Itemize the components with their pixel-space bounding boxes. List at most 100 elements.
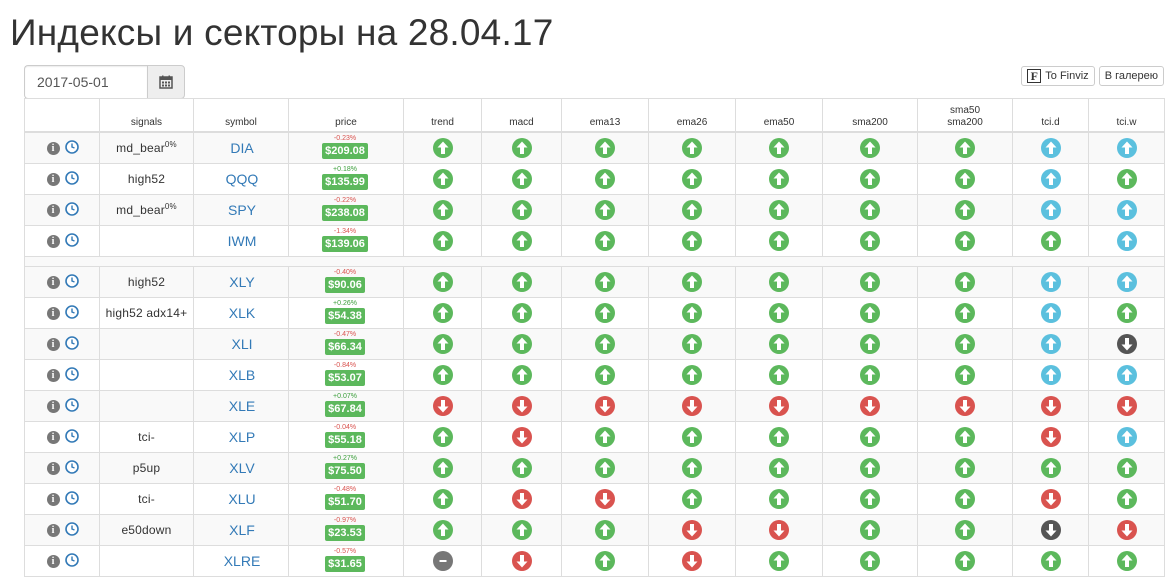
table-row: i high52 adx14+ XLK +0.26% $54.38 <box>24 297 1165 329</box>
clock-icon[interactable] <box>64 273 79 291</box>
arrow-up-circle-icon <box>769 334 789 354</box>
arrow-up-circle-icon <box>860 272 880 292</box>
info-icon[interactable]: i <box>46 368 60 382</box>
header-sma50-sma200[interactable]: sma50 sma200 <box>917 98 1013 133</box>
clock-icon[interactable] <box>64 521 79 539</box>
symbol-link[interactable]: XLE <box>229 398 255 414</box>
top-actions: F To Finviz В галерею <box>1021 66 1164 86</box>
header-trend[interactable]: trend <box>403 98 482 133</box>
arrow-up-circle-icon <box>860 200 880 220</box>
header-sma200[interactable]: sma200 <box>822 98 918 133</box>
indicator-cell-trend <box>403 483 482 515</box>
symbol-link[interactable]: XLF <box>229 522 255 538</box>
indicator-cell-tci-w <box>1088 297 1165 329</box>
price-cell: +0.27% $75.50 <box>288 452 404 484</box>
header-tci-w[interactable]: tci.w <box>1088 98 1165 133</box>
signals-cell: high52 <box>99 266 194 298</box>
row-actions: i <box>24 297 100 329</box>
header-price[interactable]: price <box>288 98 404 133</box>
symbol-link[interactable]: SPY <box>228 202 256 218</box>
clock-icon[interactable] <box>64 232 79 250</box>
header-tci-d[interactable]: tci.d <box>1012 98 1089 133</box>
header-signals[interactable]: signals <box>99 98 194 133</box>
symbol-cell: XLY <box>193 266 289 298</box>
indicator-cell-tci-w <box>1088 359 1165 391</box>
info-icon[interactable]: i <box>46 141 60 155</box>
indicator-cell-tci-d <box>1012 131 1089 164</box>
symbol-link[interactable]: IWM <box>228 233 257 249</box>
info-icon[interactable]: i <box>46 275 60 289</box>
header-sma50-sma200-line1: sma50 <box>949 105 980 116</box>
clock-icon[interactable] <box>64 201 79 219</box>
symbol-link[interactable]: XLB <box>229 367 255 383</box>
clock-icon[interactable] <box>64 335 79 353</box>
info-icon[interactable]: i <box>46 306 60 320</box>
indicator-cell-ema13 <box>561 483 649 515</box>
symbol-link[interactable]: XLU <box>228 491 255 507</box>
price-change: -0.23% <box>333 135 357 142</box>
arrow-down-circle-icon <box>1040 520 1061 540</box>
arrow-up-circle-icon <box>682 365 702 385</box>
arrow-up-circle-icon <box>769 427 789 447</box>
clock-icon[interactable] <box>64 552 79 570</box>
to-finviz-button[interactable]: F To Finviz <box>1021 66 1095 86</box>
info-icon[interactable]: i <box>46 399 60 413</box>
signal-text: md_bear <box>116 141 165 155</box>
symbol-link[interactable]: XLRE <box>224 553 261 569</box>
price-change: +0.18% <box>333 166 357 173</box>
clock-icon[interactable] <box>64 139 79 157</box>
arrow-up-circle-icon <box>955 520 975 540</box>
indicator-cell-macd <box>481 452 562 484</box>
info-icon[interactable]: i <box>46 461 60 475</box>
indicator-cell-macd <box>481 359 562 391</box>
header-ema26[interactable]: ema26 <box>648 98 736 133</box>
info-icon[interactable]: i <box>46 172 60 186</box>
info-icon[interactable]: i <box>46 234 60 248</box>
arrow-down-circle-icon <box>595 396 615 416</box>
header-ema13[interactable]: ema13 <box>561 98 649 133</box>
symbol-cell: XLP <box>193 421 289 453</box>
header-ema50[interactable]: ema50 <box>735 98 823 133</box>
indicator-cell-sma200 <box>822 225 918 257</box>
arrow-up-circle-icon <box>955 169 975 189</box>
symbol-link[interactable]: XLI <box>231 336 252 352</box>
indicator-cell-ema50 <box>735 483 823 515</box>
indicator-cell-tci-w <box>1088 163 1165 195</box>
to-gallery-button[interactable]: В галерею <box>1098 66 1164 86</box>
symbol-link[interactable]: QQQ <box>226 171 259 187</box>
clock-icon[interactable] <box>64 428 79 446</box>
table-row: i tci- XLU -0.48% $51.70 <box>24 483 1165 515</box>
clock-icon[interactable] <box>64 397 79 415</box>
indicator-cell-ema26 <box>648 545 736 577</box>
arrow-up-circle-icon <box>955 303 975 323</box>
symbol-link[interactable]: XLV <box>229 460 254 476</box>
calendar-button[interactable] <box>147 65 185 99</box>
header-macd[interactable]: macd <box>481 98 562 133</box>
clock-icon[interactable] <box>64 170 79 188</box>
clock-icon[interactable] <box>64 366 79 384</box>
arrow-up-circle-icon <box>432 365 453 385</box>
clock-icon[interactable] <box>64 304 79 322</box>
info-icon[interactable]: i <box>46 523 60 537</box>
arrow-up-circle-icon <box>595 334 615 354</box>
price-change: -0.84% <box>333 362 357 369</box>
info-icon[interactable]: i <box>46 554 60 568</box>
header-symbol[interactable]: symbol <box>193 98 289 133</box>
clock-icon[interactable] <box>64 490 79 508</box>
clock-icon[interactable] <box>64 459 79 477</box>
table-row: i e50down XLF -0.97% $23.53 <box>24 514 1165 546</box>
indicator-cell-ema13 <box>561 390 649 422</box>
info-icon[interactable]: i <box>46 337 60 351</box>
arrow-up-circle-icon <box>769 169 789 189</box>
page-title: Индексы и секторы на 28.04.17 <box>10 12 554 53</box>
indicator-cell-macd <box>481 514 562 546</box>
symbol-link[interactable]: XLK <box>229 305 255 321</box>
info-icon[interactable]: i <box>46 492 60 506</box>
info-icon[interactable]: i <box>46 430 60 444</box>
indicator-cell-ema26 <box>648 225 736 257</box>
symbol-link[interactable]: XLP <box>229 429 255 445</box>
symbol-link[interactable]: DIA <box>230 140 253 156</box>
symbol-link[interactable]: XLY <box>229 274 254 290</box>
date-input[interactable] <box>24 65 147 99</box>
info-icon[interactable]: i <box>46 203 60 217</box>
